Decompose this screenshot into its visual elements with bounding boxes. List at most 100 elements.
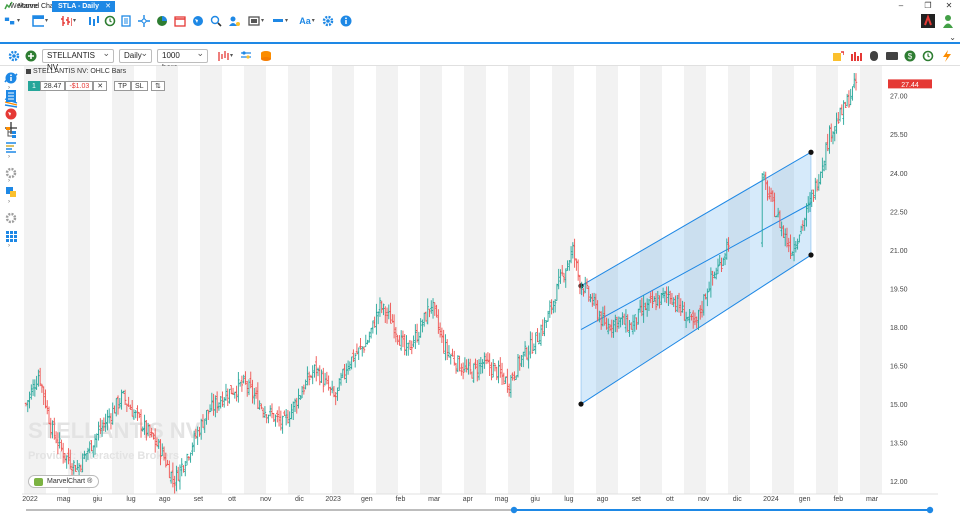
x-tick-label: mag <box>495 496 509 503</box>
channel-anchor-handle[interactable] <box>808 252 814 258</box>
refresh-icon[interactable] <box>102 13 118 29</box>
gear-tool-icon[interactable] <box>3 166 19 179</box>
tab-welcome[interactable]: Welcome <box>4 1 45 12</box>
screenshot-icon[interactable]: ▾ <box>248 13 264 29</box>
scrollbar-right-handle[interactable] <box>926 506 934 514</box>
maximize-button[interactable]: ❐ <box>917 0 939 12</box>
chart-type-icon[interactable]: ▾ <box>214 48 236 64</box>
ohlc-bar <box>575 258 578 271</box>
x-tick-label: dic <box>295 496 304 503</box>
channel-anchor-handle[interactable] <box>578 401 584 407</box>
bars-count-select[interactable]: 1000 bars <box>157 47 208 72</box>
layout-icon[interactable]: ▾ <box>32 13 48 29</box>
info-panel-icon[interactable] <box>4 71 18 85</box>
line-style-icon[interactable]: ▾ <box>272 13 288 29</box>
timeframe-select[interactable]: Daily <box>119 47 152 63</box>
y-tick-label: 27.00 <box>890 94 908 101</box>
pie-chart-icon[interactable] <box>154 13 170 29</box>
mouse-icon[interactable] <box>866 48 882 64</box>
ohlc-chart-svg[interactable]: STELLANTIS NV Provider: Interactive Brok… <box>22 66 938 514</box>
order-price[interactable]: 28.47 <box>39 81 66 91</box>
ohlc-bar <box>407 342 410 356</box>
expand-arrow-icon[interactable]: › <box>8 154 10 160</box>
globe-icon[interactable] <box>190 13 206 29</box>
tab-close-icon[interactable]: ✕ <box>105 1 111 12</box>
ohlc-bar <box>178 464 182 490</box>
alerts-icon[interactable] <box>830 48 846 64</box>
flip-group: ⇅ <box>151 81 165 91</box>
minimize-button[interactable]: – <box>890 0 912 12</box>
ohlc-bar <box>316 367 320 377</box>
price-chart[interactable]: STELLANTIS NV Provider: Interactive Brok… <box>22 66 938 514</box>
scrollbar-left-handle[interactable] <box>510 506 518 514</box>
news-globe-icon[interactable] <box>4 107 18 121</box>
symbol-select[interactable]: STELLANTIS NV <box>42 47 114 72</box>
flag-icon[interactable] <box>920 13 936 29</box>
ohlc-bar <box>838 107 842 122</box>
x-tick-label: gen <box>799 496 811 503</box>
bars-style-icon[interactable]: ▾ <box>60 13 76 29</box>
ohlc-bar <box>536 328 539 343</box>
expand-arrow-icon[interactable]: › <box>8 178 10 184</box>
y-tick-label: 24.00 <box>890 171 908 178</box>
compare-icon[interactable] <box>86 13 102 29</box>
depth-icon[interactable] <box>848 48 864 64</box>
gear-tool-2-icon[interactable] <box>3 211 19 224</box>
ohlc-bar <box>847 90 851 108</box>
ohlc-bar <box>329 386 332 396</box>
tab-stla-daily[interactable]: STLA - Daily ✕ <box>52 1 115 12</box>
tree-icon[interactable] <box>4 125 18 139</box>
marvelchart-badge[interactable]: MarvelChart ® <box>28 475 100 488</box>
ohlc-bar <box>238 381 242 387</box>
dollar-icon[interactable]: $ <box>902 48 918 64</box>
y-tick-label: 25.50 <box>890 132 908 139</box>
history-icon[interactable] <box>920 48 936 64</box>
fibonacci-icon[interactable] <box>3 140 19 153</box>
ohlc-bar <box>364 334 367 348</box>
calendar-icon[interactable] <box>172 13 188 29</box>
keyboard-icon[interactable] <box>884 48 900 64</box>
ohlc-bar <box>543 317 546 337</box>
document-icon[interactable] <box>118 13 134 29</box>
expand-arrow-icon[interactable]: › <box>8 243 10 249</box>
ohlc-bar <box>184 460 187 477</box>
ohlc-bar <box>327 375 330 391</box>
user-avatar-icon[interactable] <box>940 13 956 29</box>
crosshair-icon[interactable] <box>136 13 152 29</box>
chart-settings-icon[interactable] <box>6 48 22 64</box>
grid-tools-icon[interactable] <box>3 229 19 242</box>
indicators-icon[interactable] <box>238 48 254 64</box>
font-icon[interactable]: Aa ▾ <box>296 13 318 29</box>
x-tick-label: giu <box>531 496 540 503</box>
flip-position-button[interactable]: ⇅ <box>151 81 165 91</box>
database-icon[interactable] <box>258 48 274 64</box>
take-profit-button[interactable]: TP <box>114 81 131 91</box>
ohlc-bar <box>233 391 237 399</box>
account-icon[interactable] <box>226 13 242 29</box>
x-tick-label: apr <box>463 496 474 503</box>
period-band <box>376 66 398 494</box>
settings-icon[interactable] <box>320 13 336 29</box>
lightning-icon[interactable] <box>939 48 955 64</box>
ohlc-bar <box>272 413 275 422</box>
info-icon[interactable] <box>338 13 354 29</box>
ohlc-bar <box>444 334 447 361</box>
add-icon[interactable] <box>23 48 39 64</box>
stop-loss-button[interactable]: SL <box>130 81 148 91</box>
period-band <box>508 66 530 494</box>
shapes-icon[interactable] <box>3 185 19 198</box>
x-tick-label: set <box>194 496 203 503</box>
marvelchart-logo-icon <box>34 478 43 486</box>
period-band <box>288 66 310 494</box>
workspace-icon[interactable]: ▾ <box>4 13 20 29</box>
close-window-button[interactable]: ✕ <box>938 0 960 12</box>
scanner-icon[interactable] <box>208 13 224 29</box>
y-tick-label: 22.50 <box>890 209 908 216</box>
channel-anchor-handle[interactable] <box>808 149 814 155</box>
order-cancel-button[interactable]: ✕ <box>93 81 108 91</box>
order-qty[interactable]: 1 <box>28 81 40 91</box>
expand-arrow-icon[interactable]: › <box>8 199 10 205</box>
notes-icon[interactable] <box>4 89 18 103</box>
ohlc-bar <box>504 376 507 384</box>
chevron-down-icon[interactable]: ⌄ <box>949 33 956 42</box>
